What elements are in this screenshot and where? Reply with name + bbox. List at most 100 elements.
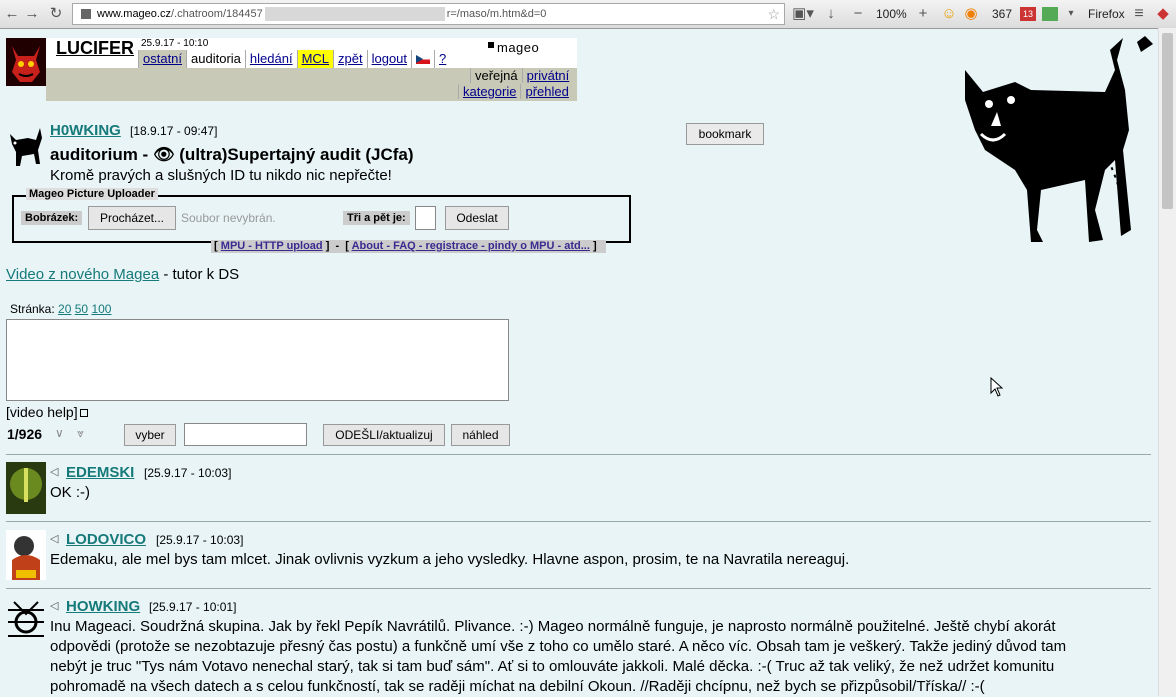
nav-privatni[interactable]: privátní [521, 68, 574, 83]
recipient-input[interactable] [184, 423, 307, 446]
eye-icon: 👁 [152, 145, 175, 164]
star-icon[interactable]: ☆ [767, 4, 780, 24]
image-label: Bobrázek: [21, 211, 83, 225]
page-size-50[interactable]: 50 [75, 302, 88, 316]
room-title: auditorium - 👁 (ultra)Supertajný audit (… [50, 145, 414, 164]
room-list-nav: kategorie přehled [458, 84, 573, 100]
url-path: /.chatroom/184457 [170, 8, 263, 20]
url-redaction [264, 7, 445, 22]
url-query: r=/maso/m.htm&d=0 [446, 8, 547, 20]
rss-icon[interactable]: ◉ [963, 4, 979, 24]
czech-flag-icon[interactable] [411, 50, 434, 68]
uploader-legend: Mageo Picture Uploader [26, 188, 158, 200]
divider [6, 454, 1151, 455]
mpu-links-bar: [ MPU - HTTP upload ] - [ About - FAQ - … [211, 240, 606, 253]
post-date: [25.9.17 - 10:03] [156, 533, 244, 547]
mpu-upload-link[interactable]: MPU - HTTP upload [221, 240, 323, 252]
notification-count: 13 [1022, 9, 1033, 19]
room-owner-date: [18.9.17 - 09:47] [130, 124, 218, 138]
mpu-about-link[interactable]: About - FAQ - registrace - pindy o MPU -… [352, 240, 590, 252]
site-icon [81, 9, 91, 20]
nav-help[interactable]: ? [434, 50, 450, 68]
speaker-icon[interactable]: ◁ [50, 532, 58, 545]
page-down-icon[interactable]: ∨ [55, 426, 64, 440]
firefox-label[interactable]: Firefox [1088, 4, 1125, 24]
video-tutorial-line: Video z nového Magea - tutor k DS [6, 266, 240, 283]
bookmarks-menu-icon[interactable]: ▣▾ [792, 4, 814, 24]
header-datetime: 25.9.17 - 10:10 [141, 38, 209, 49]
post-author[interactable]: HOWKING [66, 598, 140, 615]
post-author[interactable]: LODOVICO [66, 531, 146, 548]
post-date: [25.9.17 - 10:01] [149, 600, 237, 614]
preview-button[interactable]: náhled [451, 424, 510, 446]
browser-toolbar: ← → ↻ www.mageo.cz/.chatroom/184457 r=/ma… [0, 0, 1176, 29]
page-size-20[interactable]: 20 [58, 302, 71, 316]
page-size-100[interactable]: 100 [91, 302, 111, 316]
message-textarea[interactable] [6, 319, 509, 401]
nav-logout[interactable]: logout [366, 50, 411, 68]
divider [6, 521, 1151, 522]
speaker-icon[interactable]: ◁ [50, 599, 58, 612]
zoom-in-icon[interactable]: + [915, 4, 931, 24]
mageo-logo[interactable]: mageo [488, 40, 539, 55]
captcha-input[interactable] [415, 206, 436, 230]
vertical-scrollbar[interactable] [1158, 28, 1176, 696]
external-icon [79, 409, 88, 417]
video-help-link[interactable]: [video help] [6, 404, 88, 420]
post-avatar-lodovico [6, 530, 46, 580]
post-text: Inu Mageaci. Soudržná skupina. Jak by ře… [50, 618, 1067, 695]
page-size-selector: Stránka: 20 50 100 [10, 302, 112, 316]
scrollbar-thumb[interactable] [1162, 33, 1173, 209]
owner-avatar-cat [6, 124, 46, 166]
nav-hledani[interactable]: hledání [244, 50, 297, 68]
page-last-icon[interactable]: ⩔ [77, 426, 84, 440]
download-icon[interactable]: ↓ [822, 4, 840, 24]
no-file-text: Soubor nevybrán. [181, 211, 276, 225]
mouse-cursor [990, 376, 1004, 402]
video-link[interactable]: Video z nového Magea [6, 266, 159, 283]
extension-green-icon[interactable] [1042, 7, 1058, 21]
nav-mcl[interactable]: MCL [296, 50, 334, 68]
scroll-arrows: ∨ ⩔ [55, 426, 84, 441]
reload-icon[interactable]: ↻ [46, 4, 66, 24]
zoom-level[interactable]: 100% [876, 4, 907, 24]
room-owner-name[interactable]: H0WKING [50, 122, 121, 139]
nav-prehled[interactable]: přehled [520, 84, 573, 99]
room-description: Kromě pravých a slušných ID tu nikdo nic… [50, 167, 392, 184]
divider [6, 588, 1151, 589]
cat-illustration [945, 30, 1160, 250]
post-counter: 1/926 [7, 426, 43, 442]
emoji-icon[interactable]: ☺ [940, 4, 958, 24]
extension-counter[interactable]: 367 [992, 4, 1012, 24]
captcha-label: Tři a pět je: [343, 211, 410, 225]
ublock-icon[interactable]: ◆ [1154, 4, 1172, 24]
zoom-out-icon[interactable]: − [850, 4, 866, 24]
speaker-icon[interactable]: ◁ [50, 465, 58, 478]
post-text: OK :-) [50, 484, 90, 501]
pick-button[interactable]: vyber [124, 424, 176, 446]
hamburger-menu-icon[interactable]: ≡ [1130, 4, 1148, 24]
logo-square-icon [488, 42, 494, 48]
url-domain: www.mageo.cz [97, 8, 171, 20]
nav-ostatni[interactable]: ostatní [138, 50, 187, 68]
send-refresh-button[interactable]: ODEŠLI/aktualizuj [323, 424, 445, 446]
post-date: [25.9.17 - 10:03] [144, 466, 232, 480]
upload-send-button[interactable]: Odeslat [445, 206, 509, 230]
nav-verejna[interactable]: veřejná [470, 68, 522, 83]
nav-kategorie[interactable]: kategorie [458, 84, 521, 99]
notification-icon[interactable]: 13 [1020, 7, 1036, 21]
post-text: Edemaku, ale mel bys tam mlcet. Jinak ov… [50, 551, 850, 568]
user-avatar-devil [6, 38, 46, 86]
post-avatar-edemski [6, 462, 46, 514]
forward-icon[interactable]: → [24, 4, 40, 24]
nav-zpet[interactable]: zpět [333, 50, 367, 68]
url-bar[interactable]: www.mageo.cz/.chatroom/184457 r=/maso/m.h… [72, 3, 785, 25]
main-nav: ostatní auditoria hledání MCL zpět logou… [138, 50, 450, 68]
current-user-nick[interactable]: LUCIFER [56, 38, 134, 59]
bookmark-button[interactable]: bookmark [686, 123, 764, 145]
browse-button[interactable]: Procházet... [88, 206, 176, 230]
dropdown-arrow-icon[interactable]: ▾ [1064, 4, 1078, 24]
back-icon[interactable]: ← [4, 4, 20, 24]
nav-auditoria[interactable]: auditoria [186, 50, 245, 68]
post-author[interactable]: EDEMSKI [66, 464, 134, 481]
